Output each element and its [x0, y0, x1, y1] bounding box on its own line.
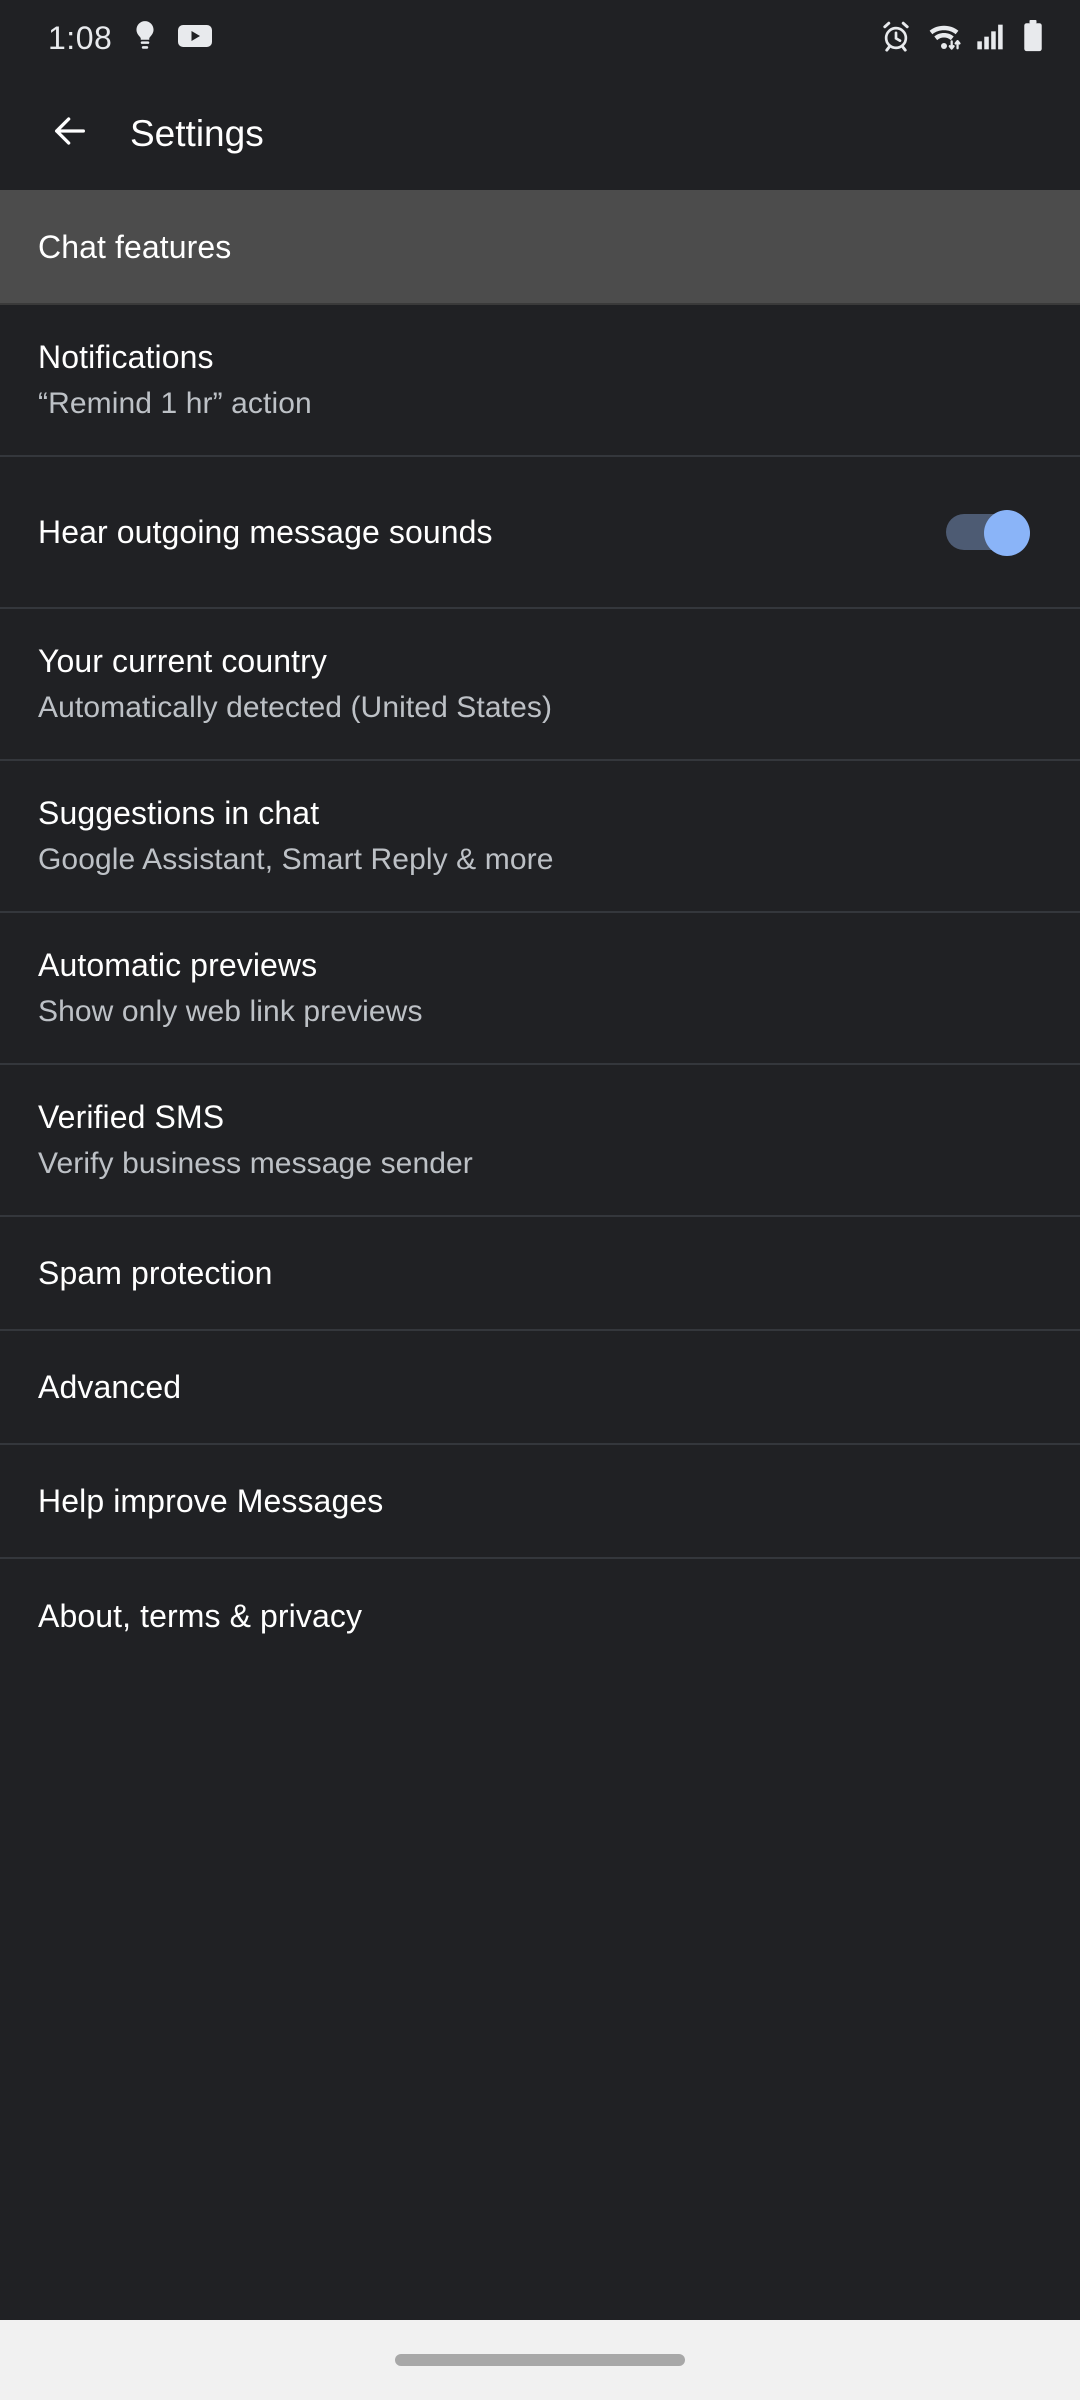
switch-thumb [984, 510, 1030, 556]
settings-row-chat-features[interactable]: Chat features [0, 190, 1080, 305]
row-subtitle: Show only web link previews [38, 995, 423, 1028]
phone-screen: 1:08 Settings Chat features Notification… [0, 0, 1080, 2400]
hear-outgoing-message-sounds-toggle[interactable] [946, 510, 1030, 556]
row-text: Automatic previews Show only web link pr… [38, 945, 423, 1031]
alarm-icon [880, 20, 912, 57]
row-subtitle: Verify business message sender [38, 1147, 473, 1180]
row-text: Spam protection [38, 1253, 273, 1293]
row-title: Hear outgoing message sounds [38, 514, 493, 550]
row-subtitle: Automatically detected (United States) [38, 691, 553, 724]
settings-row-automatic-previews[interactable]: Automatic previews Show only web link pr… [0, 913, 1080, 1065]
row-text: Advanced [38, 1367, 181, 1407]
row-text: About, terms & privacy [38, 1596, 362, 1636]
settings-row-your-current-country[interactable]: Your current country Automatically detec… [0, 609, 1080, 761]
settings-row-suggestions-in-chat[interactable]: Suggestions in chat Google Assistant, Sm… [0, 761, 1080, 913]
settings-row-verified-sms[interactable]: Verified SMS Verify business message sen… [0, 1065, 1080, 1217]
row-text: Help improve Messages [38, 1481, 383, 1521]
status-bar: 1:08 [0, 0, 1080, 76]
settings-row-spam-protection[interactable]: Spam protection [0, 1217, 1080, 1331]
back-button[interactable] [34, 97, 106, 169]
row-title: Verified SMS [38, 1099, 225, 1135]
status-bar-clock: 1:08 [48, 20, 113, 56]
battery-icon [1022, 19, 1044, 57]
row-title: Your current country [38, 643, 327, 679]
settings-row-advanced[interactable]: Advanced [0, 1331, 1080, 1445]
home-gesture-pill[interactable] [395, 2354, 685, 2366]
app-bar: Settings [0, 76, 1080, 190]
settings-row-hear-outgoing-message-sounds[interactable]: Hear outgoing message sounds [0, 457, 1080, 609]
settings-row-help-improve-messages[interactable]: Help improve Messages [0, 1445, 1080, 1559]
row-title: Help improve Messages [38, 1483, 384, 1519]
cellular-signal-icon [976, 21, 1008, 56]
system-navigation-bar [0, 2320, 1080, 2400]
row-title: Spam protection [38, 1255, 273, 1291]
youtube-icon [178, 23, 213, 54]
row-title: Notifications [38, 339, 214, 375]
status-bar-left: 1:08 [48, 20, 213, 57]
page-title: Settings [130, 112, 264, 154]
settings-row-notifications[interactable]: Notifications “Remind 1 hr” action [0, 305, 1080, 457]
row-title: Advanced [38, 1369, 182, 1405]
row-text: Chat features [38, 227, 231, 267]
row-title: Suggestions in chat [38, 795, 320, 831]
lightbulb-icon [132, 20, 158, 57]
row-subtitle: Google Assistant, Smart Reply & more [38, 843, 554, 876]
settings-list: Chat features Notifications “Remind 1 hr… [0, 190, 1080, 1673]
row-title: Chat features [38, 228, 232, 265]
wifi-icon [926, 20, 962, 57]
list-empty-space [0, 1673, 1080, 2400]
settings-row-about-terms-privacy[interactable]: About, terms & privacy [0, 1559, 1080, 1673]
row-subtitle: “Remind 1 hr” action [38, 387, 312, 420]
row-text: Your current country Automatically detec… [38, 641, 552, 727]
row-title: Automatic previews [38, 947, 318, 983]
row-title: About, terms & privacy [38, 1598, 363, 1634]
status-bar-right [880, 19, 1044, 57]
row-text: Suggestions in chat Google Assistant, Sm… [38, 793, 553, 879]
row-text: Hear outgoing message sounds [38, 512, 493, 552]
row-text: Verified SMS Verify business message sen… [38, 1097, 473, 1183]
row-text: Notifications “Remind 1 hr” action [38, 337, 312, 423]
back-arrow-icon [47, 111, 93, 156]
